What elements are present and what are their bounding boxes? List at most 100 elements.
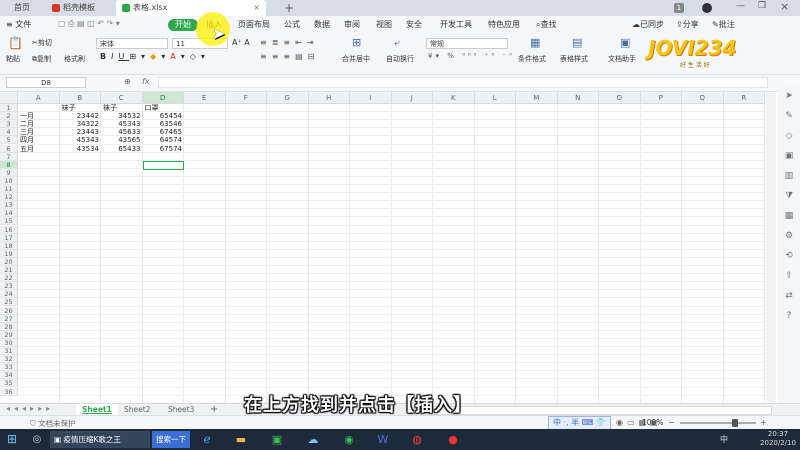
conditional-format-icon[interactable]: ▦: [530, 37, 540, 48]
copy-button[interactable]: ⧉复制: [32, 54, 51, 64]
menu-formula[interactable]: 公式: [284, 19, 300, 31]
row-header-21[interactable]: 21: [0, 266, 18, 275]
baidu-netdisk-icon[interactable]: ☁: [302, 431, 324, 448]
month-cell[interactable]: 一月: [18, 112, 60, 120]
column-header-a[interactable]: A: [18, 92, 60, 104]
value-cell[interactable]: 45343: [60, 136, 102, 144]
menu-data[interactable]: 数据: [314, 19, 330, 31]
row-header-18[interactable]: 18: [0, 241, 18, 250]
row-header-22[interactable]: 22: [0, 274, 18, 283]
column-header-d[interactable]: D: [142, 92, 184, 104]
row-header-4[interactable]: 4: [0, 128, 18, 137]
row-header-29[interactable]: 29: [0, 330, 18, 339]
cut-button[interactable]: ✂剪切: [32, 38, 52, 48]
spreadsheet-grid[interactable]: ABCDEFGHIJKLMNOPQR 1 2 3 4 5 6 7 8 9 10 11 12 13 14 15…: [0, 92, 766, 403]
row-header-17[interactable]: 17: [0, 233, 18, 242]
row-header-5[interactable]: 5: [0, 136, 18, 145]
tab-spreadsheet[interactable]: 表格.xlsx ×: [116, 0, 266, 16]
value-cell[interactable]: 23442: [60, 112, 102, 120]
menu-security[interactable]: 安全: [406, 19, 422, 31]
value-cell[interactable]: 65433: [101, 145, 143, 153]
row-header-27[interactable]: 27: [0, 314, 18, 323]
header-cell[interactable]: 袜子: [101, 104, 143, 112]
filter-icon[interactable]: ⧩: [783, 190, 795, 202]
font-grow-button[interactable]: A⁺ A: [232, 38, 250, 47]
format-painter-button[interactable]: 格式刷: [64, 54, 85, 64]
menu-page-layout[interactable]: 页面布局: [238, 19, 270, 31]
zoom-formula-icon[interactable]: ⊕: [124, 77, 131, 86]
column-header-b[interactable]: B: [59, 92, 101, 104]
row-header-15[interactable]: 15: [0, 217, 18, 226]
column-header-o[interactable]: O: [599, 92, 641, 104]
value-cell[interactable]: 34322: [60, 120, 102, 128]
ie-browser-icon[interactable]: ℯ: [196, 431, 218, 448]
month-cell[interactable]: 三月: [18, 128, 60, 136]
value-cell[interactable]: 34532: [101, 112, 143, 120]
menu-search[interactable]: ⌕查找: [536, 19, 556, 31]
column-header-q[interactable]: Q: [682, 92, 724, 104]
wrap-text-button[interactable]: 自动换行: [386, 54, 414, 64]
tray-lang[interactable]: 中: [720, 431, 732, 448]
row-header-24[interactable]: 24: [0, 290, 18, 299]
select-all-corner[interactable]: [0, 92, 18, 104]
tab-home[interactable]: 首页: [14, 0, 30, 16]
column-header-r[interactable]: R: [723, 92, 765, 104]
recorder-icon[interactable]: ●: [442, 431, 464, 448]
wps-icon[interactable]: ▣: [266, 431, 288, 448]
style-icon[interactable]: ✎: [783, 110, 795, 122]
cursor-tool-icon[interactable]: ➤: [783, 90, 795, 102]
number-format-select[interactable]: 常规: [426, 38, 508, 49]
row-header-9[interactable]: 9: [0, 168, 18, 177]
taskbar-app-karaoke[interactable]: ▣ 疫情压缩K歌之王: [50, 431, 150, 448]
row-header-25[interactable]: 25: [0, 298, 18, 307]
menu-file[interactable]: ≡ 文件: [6, 19, 31, 31]
row-header-3[interactable]: 3: [0, 120, 18, 129]
row-header-28[interactable]: 28: [0, 322, 18, 331]
column-header-k[interactable]: K: [433, 92, 475, 104]
value-cell[interactable]: 23443: [60, 128, 102, 136]
protection-status[interactable]: ⛉ 文档未保护: [30, 418, 76, 429]
menu-developer[interactable]: 开发工具: [440, 19, 472, 31]
row-header-8[interactable]: 8: [0, 160, 18, 169]
merge-center-icon[interactable]: ⊞: [352, 37, 361, 48]
fx-button[interactable]: fx: [142, 77, 150, 86]
value-cell[interactable]: 43565: [101, 136, 143, 144]
row-header-20[interactable]: 20: [0, 257, 18, 266]
zoom-slider[interactable]: [680, 422, 756, 424]
shapes-icon[interactable]: ◇: [783, 130, 795, 142]
paste-button[interactable]: 粘贴: [6, 54, 20, 64]
doc-helper-icon[interactable]: ▣: [620, 37, 630, 48]
tab-template[interactable]: 稻壳模板: [52, 0, 95, 16]
align-horizontal-buttons[interactable]: ≡≡≡▤⊟: [260, 52, 319, 61]
ime-indicator[interactable]: 中 ·, 半 ⌨ 👕: [548, 416, 611, 430]
row-header-7[interactable]: 7: [0, 152, 18, 161]
row-header-36[interactable]: 36: [0, 387, 18, 396]
value-cell[interactable]: 65454: [143, 112, 185, 120]
row-header-34[interactable]: 34: [0, 371, 18, 380]
sync-status[interactable]: ☁已同步: [632, 19, 664, 31]
task-view-icon[interactable]: ◎: [26, 431, 48, 448]
comment-button[interactable]: ✎批注: [712, 19, 735, 31]
share-side-icon[interactable]: ⇧: [783, 270, 795, 282]
menu-view[interactable]: 视图: [376, 19, 392, 31]
row-header-6[interactable]: 6: [0, 144, 18, 153]
menu-special[interactable]: 特色应用: [488, 19, 520, 31]
close-window-icon[interactable]: ×: [780, 0, 789, 13]
table-style-icon[interactable]: ▤: [572, 37, 582, 48]
column-header-g[interactable]: G: [267, 92, 309, 104]
help-icon[interactable]: ?: [783, 310, 795, 322]
zoom-level[interactable]: 100%: [642, 418, 663, 427]
search-button[interactable]: 搜索一下: [152, 431, 190, 448]
close-tab-icon[interactable]: ×: [253, 0, 260, 16]
new-tab-button[interactable]: +: [284, 0, 294, 16]
share-button[interactable]: ⇪分享: [676, 19, 699, 31]
translate-icon[interactable]: ⇄: [783, 290, 795, 302]
month-cell[interactable]: 五月: [18, 145, 60, 153]
column-header-p[interactable]: P: [640, 92, 682, 104]
zoom-slider-handle[interactable]: [732, 419, 738, 427]
column-header-n[interactable]: N: [557, 92, 599, 104]
avatar[interactable]: [702, 3, 712, 13]
formula-input[interactable]: [158, 77, 768, 88]
row-header-31[interactable]: 31: [0, 347, 18, 356]
vertical-scrollbar[interactable]: [766, 92, 776, 402]
